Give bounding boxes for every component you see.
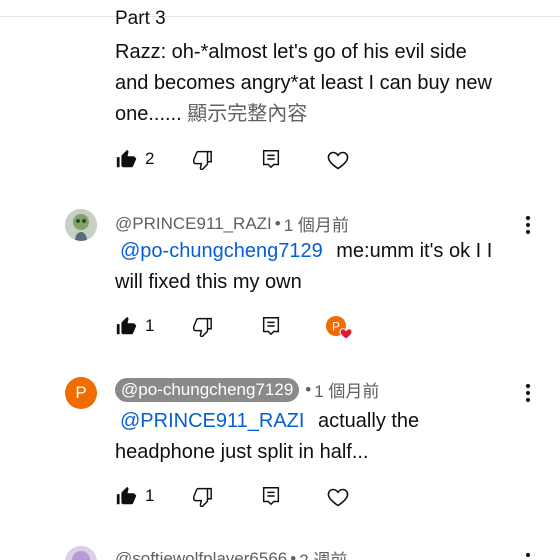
separator: • xyxy=(305,379,312,399)
avatar[interactable] xyxy=(65,546,97,560)
comment-header: @po-chungcheng7129 • 1 個月前 xyxy=(115,377,379,402)
more-vert-icon xyxy=(520,384,536,407)
show-more-link[interactable]: 顯示完整內容 xyxy=(187,103,307,125)
author-name[interactable]: @po-chungcheng7129 xyxy=(115,377,300,402)
separator: • xyxy=(290,548,297,560)
comment-actions: 2 xyxy=(115,148,375,174)
comment-text-end: one...... xyxy=(115,103,182,125)
reply-icon xyxy=(260,485,282,507)
comment-text-segment: me:umm it's ok I I xyxy=(336,240,493,262)
comment-text: @PRINCE911_RAZI actually the headphone j… xyxy=(115,406,525,468)
creator-heart-badge: P xyxy=(325,315,355,341)
thumb-down-icon xyxy=(191,148,213,170)
like-count: 2 xyxy=(145,149,155,168)
like-count: 1 xyxy=(145,486,155,505)
heart-button[interactable] xyxy=(326,485,350,509)
comment-text-line: and becomes angry*at least I can buy new xyxy=(115,72,492,94)
reply-button[interactable] xyxy=(260,315,282,337)
timestamp[interactable]: 1 個月前 xyxy=(314,377,379,402)
heart-icon xyxy=(326,485,350,509)
heart-icon xyxy=(326,148,350,172)
mention-link[interactable]: @PRINCE911_RAZI xyxy=(120,410,304,432)
comment-actions: 1 P xyxy=(115,315,375,341)
like-button[interactable]: 1 xyxy=(115,315,154,337)
more-options-button[interactable] xyxy=(520,552,536,560)
author-name[interactable]: @softiewolfplayer6566 xyxy=(115,549,287,560)
dislike-button[interactable] xyxy=(191,148,213,170)
heart-button[interactable] xyxy=(326,148,350,172)
reply-icon xyxy=(260,148,282,170)
comment-text-line: will fixed this my own xyxy=(115,271,302,293)
comment-part-title: Part 3 xyxy=(115,8,166,29)
timestamp[interactable]: 1 個月前 xyxy=(284,211,349,236)
like-button[interactable]: 1 xyxy=(115,485,154,507)
comment-text: Razz: oh-*almost let's go of his evil si… xyxy=(115,37,525,130)
thumb-down-icon xyxy=(191,485,213,507)
like-button[interactable]: 2 xyxy=(115,148,154,170)
comment-text-segment: actually the xyxy=(318,410,420,432)
comment-text-line: headphone just split in half... xyxy=(115,441,369,463)
separator: • xyxy=(274,213,281,233)
avatar[interactable] xyxy=(65,209,97,241)
thumb-up-icon xyxy=(115,148,137,170)
comment-text-line: @po-chungcheng7129 me:umm it's ok I I xyxy=(115,236,525,267)
thumb-up-icon xyxy=(115,485,137,507)
divider xyxy=(0,16,560,17)
thumb-up-icon xyxy=(115,315,137,337)
more-options-button[interactable] xyxy=(520,215,536,235)
comment-text: @po-chungcheng7129 me:umm it's ok I I wi… xyxy=(115,236,525,298)
creator-heart-letter: P xyxy=(332,320,340,334)
comment-text-line: one...... 顯示完整內容 xyxy=(115,99,525,130)
reply-icon xyxy=(260,315,282,337)
dislike-button[interactable] xyxy=(191,485,213,507)
author-name[interactable]: @PRINCE911_RAZI xyxy=(115,214,272,234)
dislike-button[interactable] xyxy=(191,315,213,337)
like-count: 1 xyxy=(145,316,155,335)
timestamp[interactable]: 2 週前 xyxy=(299,546,347,560)
comment-header: @PRINCE911_RAZI • 1 個月前 xyxy=(115,211,349,236)
avatar[interactable]: P xyxy=(65,377,97,409)
comment-header: @softiewolfplayer6566 • 2 週前 xyxy=(115,546,347,560)
reply-button[interactable] xyxy=(260,148,282,170)
reply-button[interactable] xyxy=(260,485,282,507)
comment-text-line: @PRINCE911_RAZI actually the xyxy=(115,406,525,437)
comment-actions: 1 xyxy=(115,485,375,511)
comment-text-line: Razz: oh-*almost let's go of his evil si… xyxy=(115,41,467,63)
mention-link[interactable]: @po-chungcheng7129 xyxy=(120,240,323,262)
more-options-button[interactable] xyxy=(520,383,536,403)
thumb-down-icon xyxy=(191,315,213,337)
